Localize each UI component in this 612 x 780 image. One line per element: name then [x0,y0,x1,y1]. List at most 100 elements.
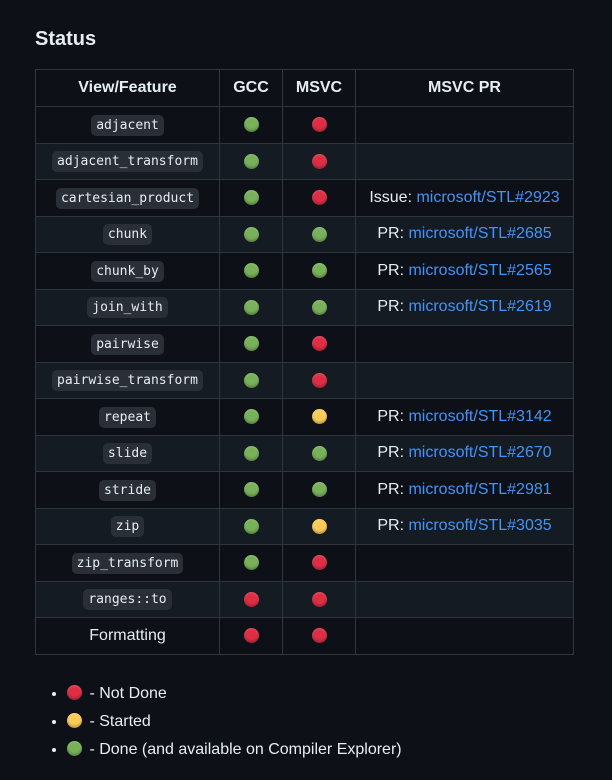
green-circle-icon [243,445,259,461]
feature-cell: zip [35,507,220,545]
feature-name: pairwise [91,333,164,355]
yellow-circle-icon [67,713,82,728]
msvc-pr-cell [355,106,574,144]
table-row: pairwise_transform [35,361,574,399]
feature-name: chunk [102,224,153,246]
msvc-pr-cell [355,580,574,618]
table-row: Formatting [35,617,574,655]
pr-prefix: PR: [377,298,409,316]
red-circle-icon [243,628,259,644]
legend-item: - Started [67,708,402,736]
msvc-status-cell [282,398,356,436]
gcc-status-cell [219,142,283,180]
pr-link[interactable]: microsoft/STL#2685 [408,225,551,242]
pr-link[interactable]: microsoft/STL#3035 [408,517,551,534]
green-circle-icon [243,299,259,315]
gcc-status-cell [219,580,283,618]
gcc-status-cell [219,398,283,436]
msvc-pr-cell: Issue: microsoft/STL#2923 [355,179,574,217]
legend-item: - Not Done [67,680,402,708]
green-circle-icon [243,372,259,388]
gcc-status-cell [219,106,283,144]
msvc-status-cell [282,580,356,618]
feature-cell: chunk_by [35,252,220,290]
msvc-pr-cell [355,544,574,582]
msvc-pr-cell [355,361,574,399]
legend-item: - Done (and available on Compiler Explor… [67,736,402,764]
pr-prefix: PR: [377,225,409,243]
red-circle-icon [311,555,327,571]
feature-name: join_with [87,297,168,319]
feature-name: cartesian_product [55,187,200,209]
green-circle-icon [243,226,259,242]
pr-link[interactable]: microsoft/STL#2670 [408,444,551,461]
feature-cell: adjacent [35,106,220,144]
msvc-pr-cell: PR: microsoft/STL#2565 [355,252,574,290]
status-table: View/Feature GCC MSVC MSVC PR adjacent ad… [35,69,574,655]
red-circle-icon [311,591,327,607]
table-row: adjacent_transform [35,142,574,180]
gcc-status-cell [219,288,283,326]
red-circle-icon [311,336,327,352]
gcc-status-cell [219,617,283,655]
green-circle-icon [243,336,259,352]
msvc-status-cell [282,325,356,363]
table-row: zip_transform [35,544,574,582]
feature-name: stride [99,479,156,501]
feature-cell: adjacent_transform [35,142,220,180]
column-header-feature: View/Feature [35,69,220,107]
msvc-pr-cell [355,617,574,655]
feature-name: adjacent [91,114,164,136]
feature-name: pairwise_transform [52,370,203,392]
feature-cell: stride [35,471,220,509]
pr-link[interactable]: microsoft/STL#2923 [416,189,559,206]
pr-link[interactable]: microsoft/STL#2565 [408,262,551,279]
pr-prefix: PR: [377,480,409,498]
feature-name: chunk_by [91,260,164,282]
legend-text: - Done (and available on Compiler Explor… [85,741,402,758]
feature-cell: Formatting [35,617,220,655]
green-circle-icon [243,518,259,534]
table-row: zip PR: microsoft/STL#3035 [35,507,574,545]
pr-prefix: PR: [377,517,409,535]
feature-name: Formatting [89,626,166,644]
gcc-status-cell [219,544,283,582]
feature-cell: chunk [35,215,220,253]
green-circle-icon [311,445,327,461]
green-circle-icon [243,555,259,571]
status-legend: - Not Done - Started - Done (and availab… [35,680,402,764]
msvc-status-cell [282,507,356,545]
table-row: slide PR: microsoft/STL#2670 [35,434,574,472]
msvc-status-cell [282,617,356,655]
msvc-status-cell [282,252,356,290]
legend-text: - Started [85,713,151,730]
column-header-msvc: MSVC [282,69,356,107]
gcc-status-cell [219,471,283,509]
msvc-status-cell [282,215,356,253]
table-row: adjacent [35,106,574,144]
red-circle-icon [243,591,259,607]
msvc-pr-cell: PR: microsoft/STL#2981 [355,471,574,509]
gcc-status-cell [219,179,283,217]
gcc-status-cell [219,361,283,399]
pr-link[interactable]: microsoft/STL#2981 [408,481,551,498]
feature-cell: ranges::to [35,580,220,618]
section-heading: Status [35,28,97,50]
pr-link[interactable]: microsoft/STL#3142 [408,408,551,425]
table-row: stride PR: microsoft/STL#2981 [35,471,574,509]
legend-text: - Not Done [85,685,167,702]
red-circle-icon [67,685,82,700]
table-row: chunk PR: microsoft/STL#2685 [35,215,574,253]
feature-name: zip_transform [71,552,184,574]
msvc-status-cell [282,288,356,326]
feature-name: zip [110,516,145,538]
column-header-msvc-pr: MSVC PR [355,69,574,107]
column-header-gcc: GCC [219,69,283,107]
pr-prefix: Issue: [369,188,417,206]
green-circle-icon [243,153,259,169]
feature-cell: join_with [35,288,220,326]
yellow-circle-icon [311,518,327,534]
pr-link[interactable]: microsoft/STL#2619 [408,298,551,315]
pr-prefix: PR: [377,444,409,462]
msvc-status-cell [282,179,356,217]
